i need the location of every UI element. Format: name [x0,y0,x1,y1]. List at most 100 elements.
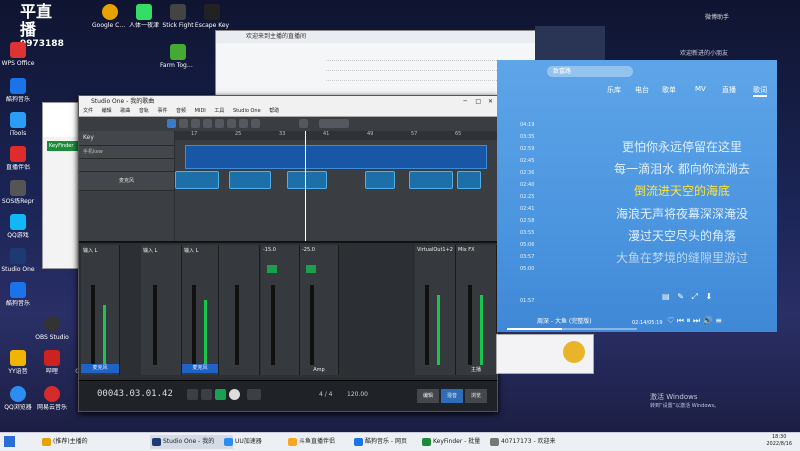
quantize-select[interactable] [319,119,349,128]
desktop-icon-obs[interactable]: OBS Studio [34,316,70,341]
paint-tool-icon[interactable] [215,119,224,128]
desktop-icon-kugou-2[interactable]: 酷狗音乐 [0,282,36,307]
qq-music-window[interactable]: 致富路 乐库 电台 歌单 MV 直播 歌词 04:19 03:35 02:59 … [497,60,777,332]
track-key[interactable]: Key [79,131,174,146]
menu-song[interactable]: 歌曲 [120,108,130,114]
nav-library[interactable]: 乐库 [607,85,621,95]
mixer-channel[interactable]: -25.0 Amp [300,245,339,375]
split-tool-icon[interactable] [191,119,200,128]
studio-one-window[interactable]: Studio One - 我的歌曲 ─ □ ✕ 文件 编辑 歌曲 音轨 事件 音… [78,95,498,412]
desktop-icon-sos[interactable]: SOS练Repr [0,180,36,205]
lyric-tool-icons[interactable]: ▤ ✎ ⤢ ⬇ [662,292,712,302]
desktop-icon-bili[interactable]: 哔哩 [34,350,70,375]
mixer-channel[interactable]: 输入 L 麦克风 [81,245,120,375]
nav-live[interactable]: 直播 [722,85,736,95]
task-item[interactable]: UU加速器 [222,435,295,449]
loop-button[interactable] [247,389,261,400]
playhead[interactable] [305,131,306,241]
lyric-line: 每一滴泪水 都向你流淌去 [614,162,750,176]
audio-clip[interactable] [229,171,271,189]
start-icon[interactable] [4,436,15,447]
audio-clip[interactable] [287,171,327,189]
record-button[interactable] [229,389,240,400]
chat-window[interactable]: 欢迎来到主播的直播间 [215,30,537,97]
desktop-icon-escape[interactable]: Escape Key [194,4,230,29]
menu-file[interactable]: 文件 [83,108,93,114]
rewind-button[interactable] [187,389,198,400]
menu-studio-one[interactable]: Studio One [233,108,261,114]
clock[interactable]: 18:30 2022/8/16 [766,434,792,448]
desktop-icon-chrome[interactable]: Google Chrome [92,4,128,29]
mixer-console: 输入 L 麦克风 输入 L 输入 L 麦克风 -15.0 -25.0 Amp V… [79,241,497,378]
range-tool-icon[interactable] [179,119,188,128]
desktop-icon-yy[interactable]: YY语音 [0,350,36,375]
gift-popup[interactable] [496,334,594,374]
now-playing: 周深 - 大鱼 (完整版) [537,318,592,325]
menu-audio[interactable]: 音频 [176,108,186,114]
mixer-channel[interactable] [219,245,260,375]
desktop-icon-stickfight[interactable]: Stick Fight [160,4,196,29]
arrange-view[interactable]: 17 25 33 41 49 57 65 [175,131,497,241]
task-item[interactable]: (推荐)主播的 [40,435,133,449]
audio-clip[interactable] [457,171,481,189]
eraser-tool-icon[interactable] [203,119,212,128]
desktop-icon-wps[interactable]: WPS Office [0,42,36,67]
mixer-channel[interactable]: -15.0 [261,245,300,375]
mixer-channel[interactable]: VirtualOut1+2 [415,245,456,375]
menu-track[interactable]: 音轨 [139,108,149,114]
menu-event[interactable]: 事件 [157,108,167,114]
desktop-icon-qqbrowser[interactable]: QQ浏览器 [0,386,36,411]
task-item[interactable]: 酷狗音乐 - 网页 [352,435,429,449]
mixer-channel[interactable]: 输入 L 麦克风 [182,245,219,375]
audio-clip[interactable] [409,171,453,189]
desktop-icon-farm[interactable]: Farm Together [160,44,196,69]
menu-midi[interactable]: MIDI [195,108,206,114]
nav-lyrics[interactable]: 歌词 [753,85,767,97]
mixer-channel[interactable]: 输入 L [141,245,182,375]
desktop-icon-itools[interactable]: iTools [0,112,36,137]
minimize-button[interactable]: ─ [463,96,467,107]
tab-edit[interactable]: 编辑 [417,389,439,403]
mixer-channel[interactable]: Mix FX 主播 [456,245,497,375]
track-list: Key 手机kew 麦克风 [79,131,174,241]
track-mic[interactable]: 麦克风 [79,172,174,191]
search-input[interactable]: 致富路 [547,66,633,77]
timeline-ruler[interactable]: 17 25 33 41 49 57 65 [175,131,497,140]
menu-edit[interactable]: 编辑 [102,108,112,114]
task-item-studio-one[interactable]: Studio One - 我的 [150,435,233,449]
play-button[interactable] [215,389,226,400]
bend-tool-icon[interactable] [239,119,248,128]
task-item[interactable]: 斗鱼直播伴侣 [286,435,361,449]
player-controls[interactable]: ♡ ⏮ ⏸ ⏭ 🔊 ≡ [667,316,722,326]
desktop-icon-kugou[interactable]: 酷狗音乐 [0,78,36,103]
snap-icon[interactable] [299,119,308,128]
mute-tool-icon[interactable] [227,119,236,128]
nav-playlist[interactable]: 歌单 [662,85,676,95]
audio-clip[interactable] [365,171,395,189]
desktop-icon-live-companion[interactable]: 直播伴侣 [0,146,36,171]
desktop-icon-human[interactable]: 人体一夜津 [126,4,162,29]
menu-tools[interactable]: 工具 [214,108,224,114]
maximize-button[interactable]: □ [475,96,481,107]
task-item[interactable]: KeyFinder - 批量 [420,435,497,449]
chat-side-panel [535,26,605,60]
arrow-tool-icon[interactable] [167,119,176,128]
menu-help[interactable]: 帮助 [269,108,279,114]
track-phone[interactable]: 手机kew [79,146,174,159]
nav-radio[interactable]: 电台 [635,85,649,95]
stop-button[interactable] [201,389,212,400]
chat-title: 欢迎来到主播的直播间 [216,31,536,43]
tab-mix[interactable]: 混音 [441,389,463,403]
close-button[interactable]: ✕ [488,96,493,107]
play-progress[interactable] [507,328,637,330]
desktop-icon-netease[interactable]: 网易云音乐 [34,386,70,411]
audio-clip[interactable] [175,171,219,189]
listen-tool-icon[interactable] [251,119,260,128]
tab-browse[interactable]: 浏览 [465,389,487,403]
desktop-icon-studio-one[interactable]: Studio One [0,248,36,273]
key-clip[interactable] [185,145,487,169]
task-item[interactable]: 40717173 - 欢迎来 [488,435,565,449]
tempo-value[interactable]: 120.00 [347,391,368,398]
nav-mv[interactable]: MV [695,85,706,93]
desktop-icon-qqgame[interactable]: QQ游戏 [0,214,36,239]
